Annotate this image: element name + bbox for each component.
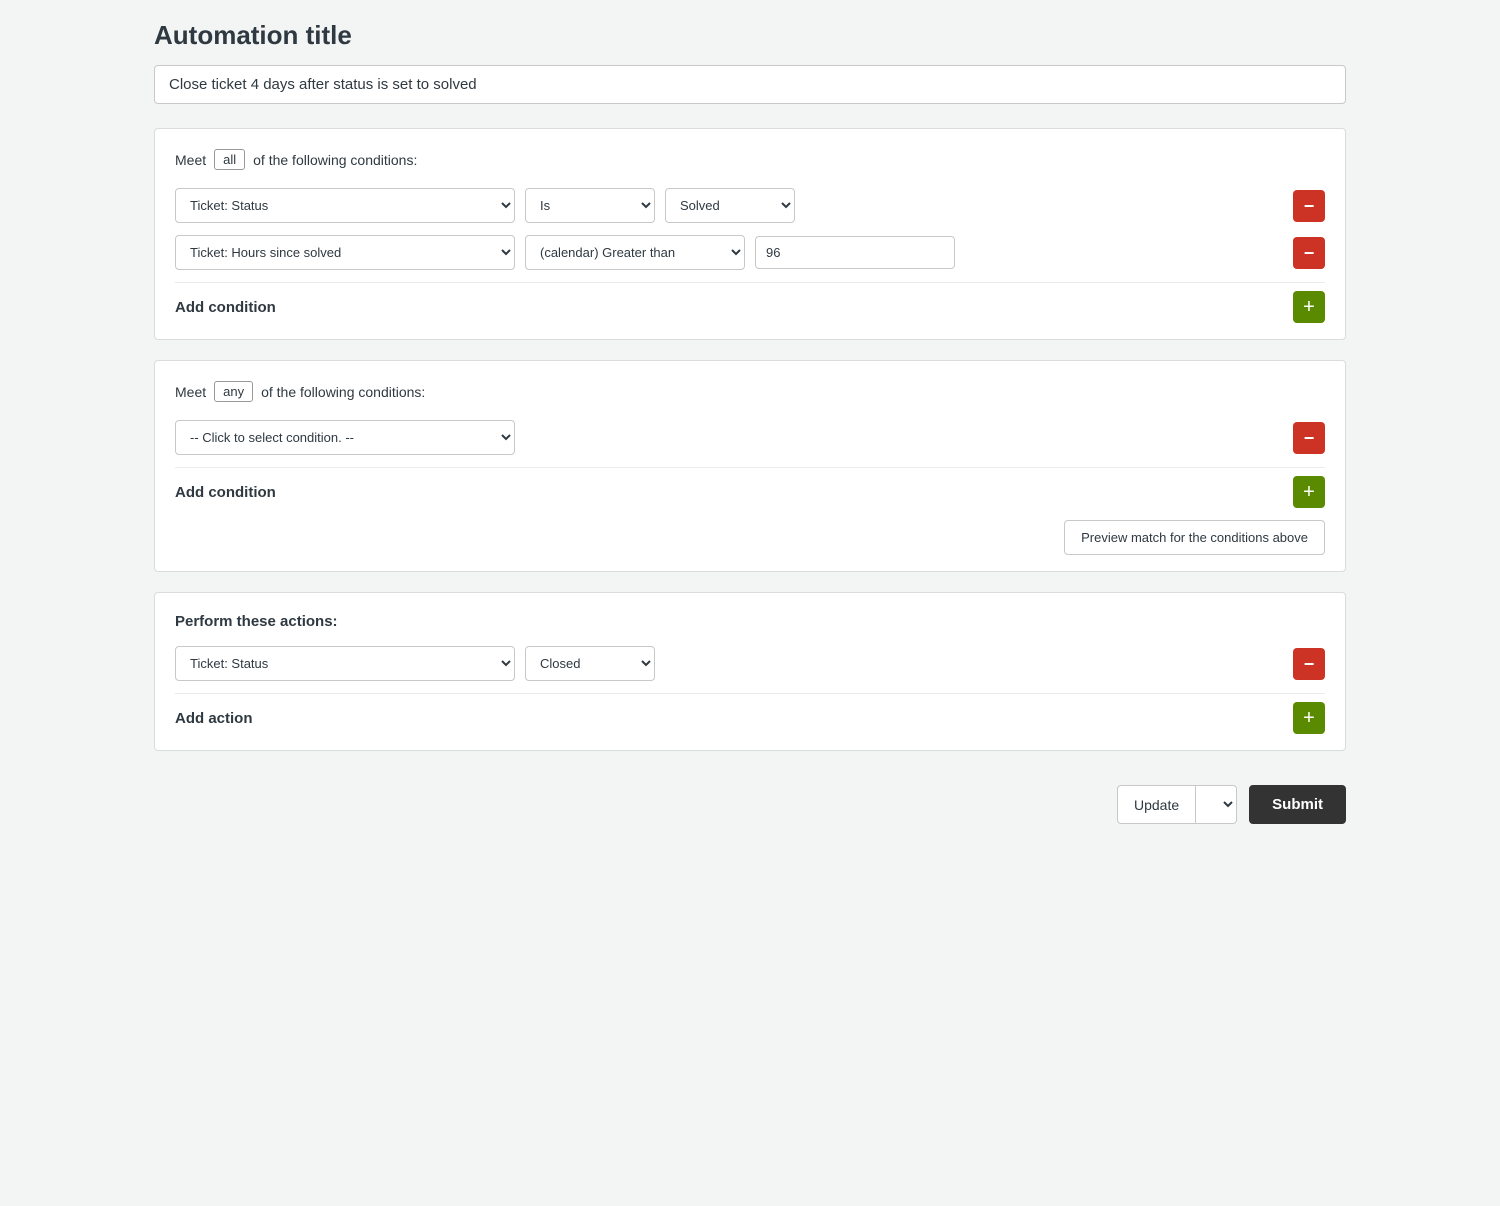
add-action-row: Add action + [175, 693, 1325, 734]
preview-match-button[interactable]: Preview match for the conditions above [1064, 520, 1325, 555]
any-add-condition-row: Add condition + [175, 467, 1325, 508]
all-add-condition-button[interactable]: + [1293, 291, 1325, 323]
all-condition-operator-1[interactable]: Is [525, 188, 655, 223]
all-condition-value-input-2[interactable] [755, 236, 955, 269]
action-remove-1-button[interactable]: − [1293, 648, 1325, 680]
footer-row: Update Submit [154, 775, 1346, 834]
any-condition-field-1[interactable]: -- Click to select condition. -- [175, 420, 515, 455]
any-meet-prefix: Meet [175, 384, 206, 400]
minus-icon: − [1304, 244, 1315, 262]
all-condition-field-1[interactable]: Ticket: Status [175, 188, 515, 223]
any-meet-row: Meet any of the following conditions: [175, 381, 1325, 402]
plus-icon: + [1303, 297, 1315, 317]
all-condition-operator-2[interactable]: (calendar) Greater than [525, 235, 745, 270]
any-remove-condition-1-button[interactable]: − [1293, 422, 1325, 454]
any-meet-suffix: of the following conditions: [261, 384, 425, 400]
all-conditions-block: Meet all of the following conditions: Ti… [154, 128, 1346, 340]
action-row-1: Ticket: Status Closed − [175, 646, 1325, 681]
all-remove-condition-2-button[interactable]: − [1293, 237, 1325, 269]
update-group: Update [1117, 785, 1237, 824]
automation-title-input[interactable] [154, 65, 1346, 104]
automation-title-section: Automation title [154, 20, 1346, 128]
submit-button[interactable]: Submit [1249, 785, 1346, 824]
all-meet-badge: all [214, 149, 245, 170]
plus-icon: + [1303, 482, 1315, 502]
actions-block: Perform these actions: Ticket: Status Cl… [154, 592, 1346, 751]
page-title: Automation title [154, 20, 1346, 51]
all-meet-suffix: of the following conditions: [253, 152, 417, 168]
preview-row: Preview match for the conditions above [175, 508, 1325, 555]
any-add-condition-label: Add condition [175, 484, 276, 501]
all-condition-row-2: Ticket: Hours since solved (calendar) Gr… [175, 235, 1325, 270]
all-add-condition-label: Add condition [175, 299, 276, 316]
minus-icon: − [1304, 655, 1315, 673]
all-meet-row: Meet all of the following conditions: [175, 149, 1325, 170]
all-remove-condition-1-button[interactable]: − [1293, 190, 1325, 222]
all-condition-value-1[interactable]: Solved [665, 188, 795, 223]
minus-icon: − [1304, 429, 1315, 447]
action-value-1[interactable]: Closed [525, 646, 655, 681]
plus-icon: + [1303, 708, 1315, 728]
all-condition-row-1: Ticket: Status Is Solved − [175, 188, 1325, 223]
update-dropdown[interactable] [1195, 785, 1237, 824]
all-condition-field-2[interactable]: Ticket: Hours since solved [175, 235, 515, 270]
any-conditions-block: Meet any of the following conditions: --… [154, 360, 1346, 572]
all-meet-prefix: Meet [175, 152, 206, 168]
actions-title: Perform these actions: [175, 613, 1325, 630]
any-meet-badge: any [214, 381, 253, 402]
action-field-1[interactable]: Ticket: Status [175, 646, 515, 681]
minus-icon: − [1304, 197, 1315, 215]
all-add-condition-row: Add condition + [175, 282, 1325, 323]
add-action-button[interactable]: + [1293, 702, 1325, 734]
update-button[interactable]: Update [1117, 785, 1195, 824]
add-action-label: Add action [175, 710, 253, 727]
any-condition-row-1: -- Click to select condition. -- − [175, 420, 1325, 455]
any-add-condition-button[interactable]: + [1293, 476, 1325, 508]
